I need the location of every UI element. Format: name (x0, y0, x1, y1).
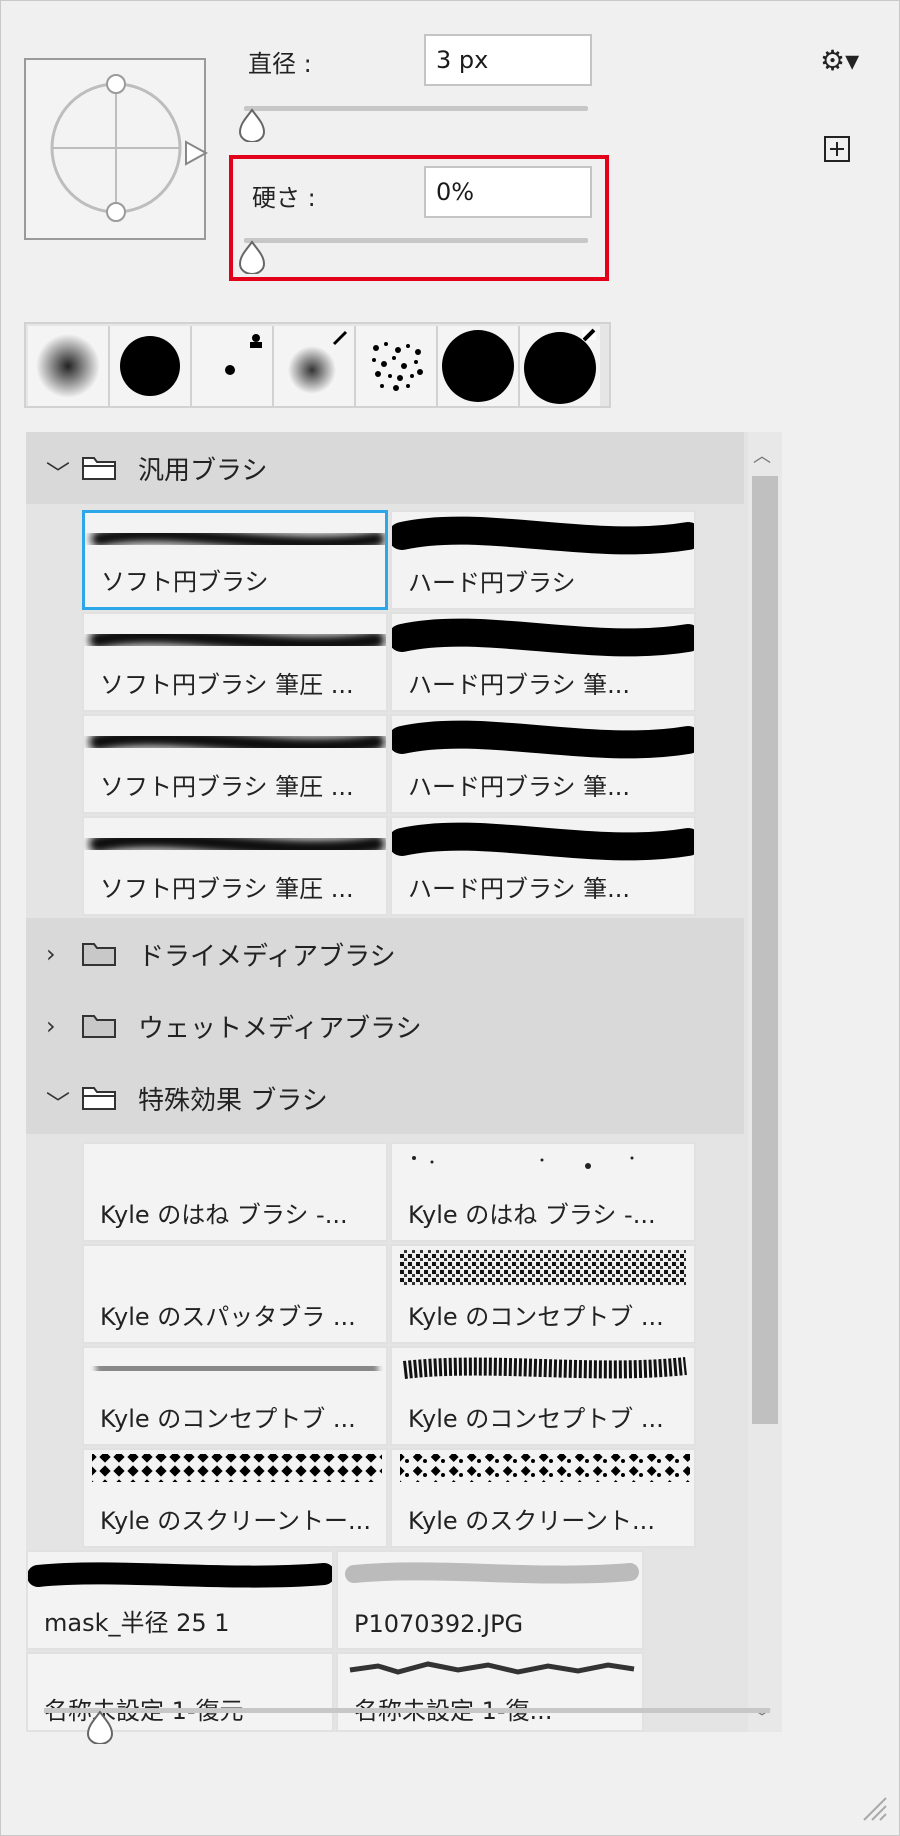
group-special-effects-brushes[interactable]: ﹀ 特殊効果 ブラシ (26, 1062, 744, 1134)
group-name: 汎用ブラシ (138, 456, 268, 486)
hard-round-tip[interactable] (110, 326, 192, 406)
brush-preset-list: ﹀ 汎用ブラシ ソフト円ブラシ ハード円ブラシ ソフト円ブラシ 筆圧 ... ハ… (26, 432, 782, 1732)
small-dot-tip[interactable] (192, 326, 274, 406)
brush-tip-preview[interactable] (24, 58, 206, 240)
chevron-down-icon[interactable]: ﹀ (46, 454, 70, 489)
gear-icon[interactable]: ⚙▾ (820, 44, 859, 77)
chevron-up-icon[interactable]: ︿ (753, 442, 771, 468)
brush-preset-kyle-concept[interactable]: Kyle のコンセプトブ ... (390, 1346, 696, 1446)
brush-preset-untitled-restored[interactable]: 名称未設定 1-復元 (26, 1652, 334, 1732)
brush-preset-kyle-splatter[interactable]: Kyle のはね ブラシ -... (390, 1142, 696, 1242)
brush-preset-hard-round-pressure[interactable]: ハード円ブラシ 筆... (390, 714, 696, 814)
brush-preset-kyle-screentone[interactable]: Kyle のスクリーント... (390, 1448, 696, 1548)
brush-preset-hard-round[interactable]: ハード円ブラシ (390, 510, 696, 610)
brush-preset-soft-round[interactable]: ソフト円ブラシ (82, 510, 388, 610)
brush-preset-kyle-screentone[interactable]: Kyle のスクリーントー... (82, 1448, 388, 1548)
brush-preset-soft-round-pressure[interactable]: ソフト円ブラシ 筆圧 ... (82, 816, 388, 916)
recent-brush-tips (24, 322, 611, 408)
hard-round-eraser-tip[interactable] (520, 326, 600, 406)
brush-preset-hard-round-pressure[interactable]: ハード円ブラシ 筆... (390, 612, 696, 712)
preview-size-slider-thumb[interactable] (84, 1710, 116, 1744)
group-dry-media-brushes[interactable]: › ドライメディアブラシ (26, 918, 744, 990)
preview-size-slider-track[interactable] (44, 1708, 770, 1713)
diameter-input[interactable]: 3 px (424, 34, 592, 86)
folder-icon (82, 1015, 116, 1038)
diameter-slider-track[interactable] (244, 106, 588, 111)
brush-preset-soft-round-pressure[interactable]: ソフト円ブラシ 筆圧 ... (82, 612, 388, 712)
chevron-right-icon[interactable]: › (46, 940, 56, 968)
folder-icon (82, 943, 116, 966)
resize-grip-icon[interactable] (858, 1792, 888, 1822)
folder-icon (82, 457, 116, 480)
hard-round-large-tip[interactable] (438, 326, 520, 406)
scrollbar-thumb[interactable] (752, 476, 778, 1424)
plus-square-icon[interactable] (824, 136, 850, 162)
chevron-down-icon[interactable]: ﹀ (46, 1084, 70, 1119)
group-general-brushes[interactable]: ﹀ 汎用ブラシ (26, 432, 744, 504)
diameter-slider-thumb[interactable] (236, 108, 268, 142)
group-name: ドライメディアブラシ (138, 942, 396, 972)
hardness-highlight-box (229, 155, 609, 281)
soft-round-tip[interactable] (28, 326, 110, 406)
group-name: ウェットメディアブラシ (138, 1014, 422, 1044)
soft-round-pressure-tip[interactable] (274, 326, 356, 406)
brush-preset-mask-radius[interactable]: mask_半径 25 1 (26, 1550, 334, 1650)
brush-preset-kyle-splatter[interactable]: Kyle のはね ブラシ -... (82, 1142, 388, 1242)
brush-preset-kyle-concept[interactable]: Kyle のコンセプトブ ... (82, 1346, 388, 1446)
brush-preset-soft-round-pressure[interactable]: ソフト円ブラシ 筆圧 ... (82, 714, 388, 814)
brush-preset-photo[interactable]: P1070392.JPG (336, 1550, 644, 1650)
group-name: 特殊効果 ブラシ (138, 1086, 328, 1116)
brush-angle-roundness-icon (50, 74, 182, 222)
brush-preset-kyle-spatter[interactable]: Kyle のスパッタブラ ... (82, 1244, 388, 1344)
vertical-scrollbar[interactable]: ︿ ﹀ (748, 432, 782, 1732)
diameter-label: 直径 : (248, 50, 312, 78)
brush-preset-untitled-restored[interactable]: 名称未設定 1-復... (336, 1652, 644, 1732)
folder-icon (82, 1087, 116, 1110)
brush-preset-kyle-concept[interactable]: Kyle のコンセプトブ ... (390, 1244, 696, 1344)
chevron-right-icon[interactable]: › (46, 1012, 56, 1040)
preview-arrow-icon (185, 140, 209, 166)
group-wet-media-brushes[interactable]: › ウェットメディアブラシ (26, 990, 744, 1062)
brush-preset-hard-round-pressure[interactable]: ハード円ブラシ 筆... (390, 816, 696, 916)
spatter-tip[interactable] (356, 326, 438, 406)
